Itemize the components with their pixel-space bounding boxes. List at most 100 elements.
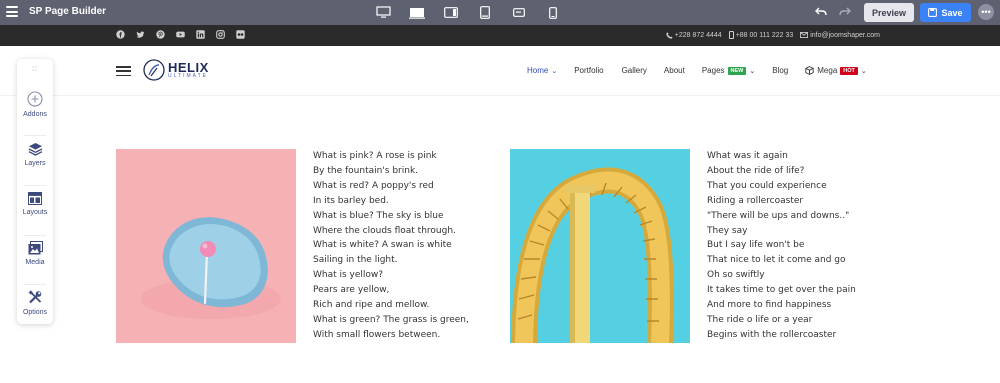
poem-line: But I say life won't be	[707, 240, 805, 251]
preview-button[interactable]: Preview	[864, 3, 914, 22]
poem-line: What is pink? A rose is pink	[313, 151, 437, 161]
media-icon	[28, 241, 43, 255]
mobile-landscape-icon[interactable]	[502, 4, 536, 21]
builder-sidebar: ∷ Addons Layers Layouts Media Options	[17, 59, 53, 324]
nav-item-pages[interactable]: Pages NEW ⌄	[702, 66, 755, 75]
sidebar-item-label: Addons	[23, 111, 47, 118]
site-header: HELIX ULTIMATE Home ⌄ Portfolio Gallery A…	[0, 46, 1000, 96]
linkedin-icon[interactable]	[196, 30, 205, 39]
poem-line: Pears are yellow,	[313, 285, 390, 296]
laptop-icon[interactable]	[400, 4, 434, 21]
email-contact[interactable]: info@joomshaper.com	[800, 31, 880, 39]
menu-icon[interactable]	[6, 6, 18, 17]
sidebar-divider	[24, 284, 46, 285]
poem-line: And more to find happiness	[707, 300, 832, 311]
poem-line: About the ride of life?	[707, 165, 805, 176]
sidebar-item-layers[interactable]: Layers	[17, 142, 53, 188]
sidebar-item-label: Options	[22, 309, 48, 316]
save-icon	[928, 8, 938, 17]
sidebar-item-addons[interactable]: Addons	[17, 91, 53, 137]
save-label: Save	[941, 7, 963, 18]
history-controls	[814, 5, 852, 19]
pinterest-icon[interactable]	[156, 30, 165, 39]
sidebar-item-media[interactable]: Media	[17, 241, 53, 287]
contact-info: +228 872 4444 +88 00 111 222 33 info@joo…	[666, 31, 880, 39]
poem-line: What is yellow?	[313, 270, 384, 281]
offcanvas-menu-icon[interactable]	[116, 66, 131, 76]
builder-toolbar: SP Page Builder Preview Save •••	[0, 0, 1000, 25]
layers-icon	[28, 143, 42, 156]
poem-line: By the fountain's brink.	[313, 165, 419, 176]
sidebar-item-layouts[interactable]: Layouts	[17, 192, 53, 238]
chevron-down-icon: ⌄	[749, 67, 756, 75]
save-button[interactable]: Save	[920, 3, 971, 22]
poem-line: In its barley bed.	[313, 195, 389, 206]
site-logo[interactable]: HELIX ULTIMATE	[143, 59, 209, 81]
redo-icon[interactable]	[838, 5, 852, 19]
more-options-button[interactable]: •••	[978, 4, 994, 20]
facebook-icon[interactable]	[116, 30, 125, 39]
rollercoaster-illustration	[511, 167, 674, 343]
sidebar-divider	[24, 135, 46, 136]
poem-rollercoaster: What was it again About the ride of life…	[707, 149, 856, 343]
poem-line: Oh so swiftly	[707, 270, 765, 281]
new-badge: NEW	[727, 66, 747, 75]
mobile-contact[interactable]: +88 00 111 222 33	[728, 31, 793, 39]
device-switcher	[366, 4, 570, 21]
mobile-phone-icon	[728, 31, 734, 39]
poem-line: What was it again	[707, 151, 788, 161]
nav-item-mega[interactable]: Mega HOT ⌄	[805, 66, 867, 75]
poem-line: It takes time to get over the pain	[707, 285, 856, 296]
nav-item-home[interactable]: Home ⌄	[527, 66, 557, 75]
sidebar-divider	[24, 235, 46, 236]
tools-icon	[28, 290, 41, 304]
poem-line: The ride o life or a year	[707, 314, 813, 325]
phone-contact[interactable]: +228 872 4444	[666, 31, 722, 39]
tablet-landscape-icon[interactable]	[434, 4, 468, 21]
sidebar-item-label: Media	[25, 259, 45, 266]
social-links	[116, 30, 245, 39]
poem-line: "There will be ups and downs.."	[707, 210, 850, 221]
poem-line: What is white? A swan is white	[313, 240, 452, 251]
twitter-icon[interactable]	[136, 30, 145, 39]
top-info-bar: +228 872 4444 +88 00 111 222 33 info@joo…	[0, 25, 1000, 46]
sidebar-divider	[24, 185, 46, 186]
poem-line: What is red? A poppy's red	[313, 180, 434, 191]
cube-icon	[805, 66, 814, 75]
nav-item-gallery[interactable]: Gallery	[622, 66, 647, 75]
sidebar-item-label: Layers	[24, 160, 46, 167]
app-title: SP Page Builder	[29, 6, 107, 17]
mobile-portrait-icon[interactable]	[536, 4, 570, 21]
phone-icon	[666, 31, 673, 39]
poem-line: That nice to let it come and go	[707, 255, 846, 266]
poem-what-is-pink: What is pink? A rose is pink By the foun…	[313, 149, 469, 343]
layout-icon	[28, 192, 42, 205]
poem-line: That you could experience	[707, 180, 827, 191]
poem-line: What is green? The grass is green,	[313, 314, 469, 325]
desktop-icon[interactable]	[366, 4, 400, 21]
main-nav: Home ⌄ Portfolio Gallery About Pages NEW …	[527, 66, 867, 75]
poem-line: What is blue? The sky is blue	[313, 210, 444, 221]
envelope-icon	[800, 32, 809, 38]
helix-logo-icon	[143, 59, 165, 81]
tablet-portrait-icon[interactable]	[468, 4, 502, 21]
chevron-down-icon: ⌄	[551, 67, 558, 75]
plate-illustration	[141, 217, 281, 319]
sidebar-item-options[interactable]: Options	[17, 290, 53, 336]
plus-circle-icon	[27, 91, 43, 107]
chevron-down-icon: ⌄	[860, 67, 867, 75]
youtube-icon[interactable]	[176, 30, 185, 39]
undo-icon[interactable]	[814, 5, 828, 19]
nav-item-about[interactable]: About	[664, 66, 685, 75]
nav-item-blog[interactable]: Blog	[772, 66, 788, 75]
instagram-icon[interactable]	[216, 30, 225, 39]
poem-line: Begins with the rollercoaster	[707, 329, 837, 340]
poem-line: With small flowers between.	[313, 329, 441, 340]
logo-sub-text: ULTIMATE	[168, 73, 208, 79]
flickr-icon[interactable]	[236, 30, 245, 39]
poem-line: Riding a rollercoaster	[707, 195, 804, 206]
drag-handle-icon[interactable]: ∷	[17, 65, 53, 73]
logo-text: HELIX ULTIMATE	[168, 61, 209, 79]
poem-line: Where the clouds float through.	[313, 225, 456, 236]
nav-item-portfolio[interactable]: Portfolio	[574, 66, 603, 75]
